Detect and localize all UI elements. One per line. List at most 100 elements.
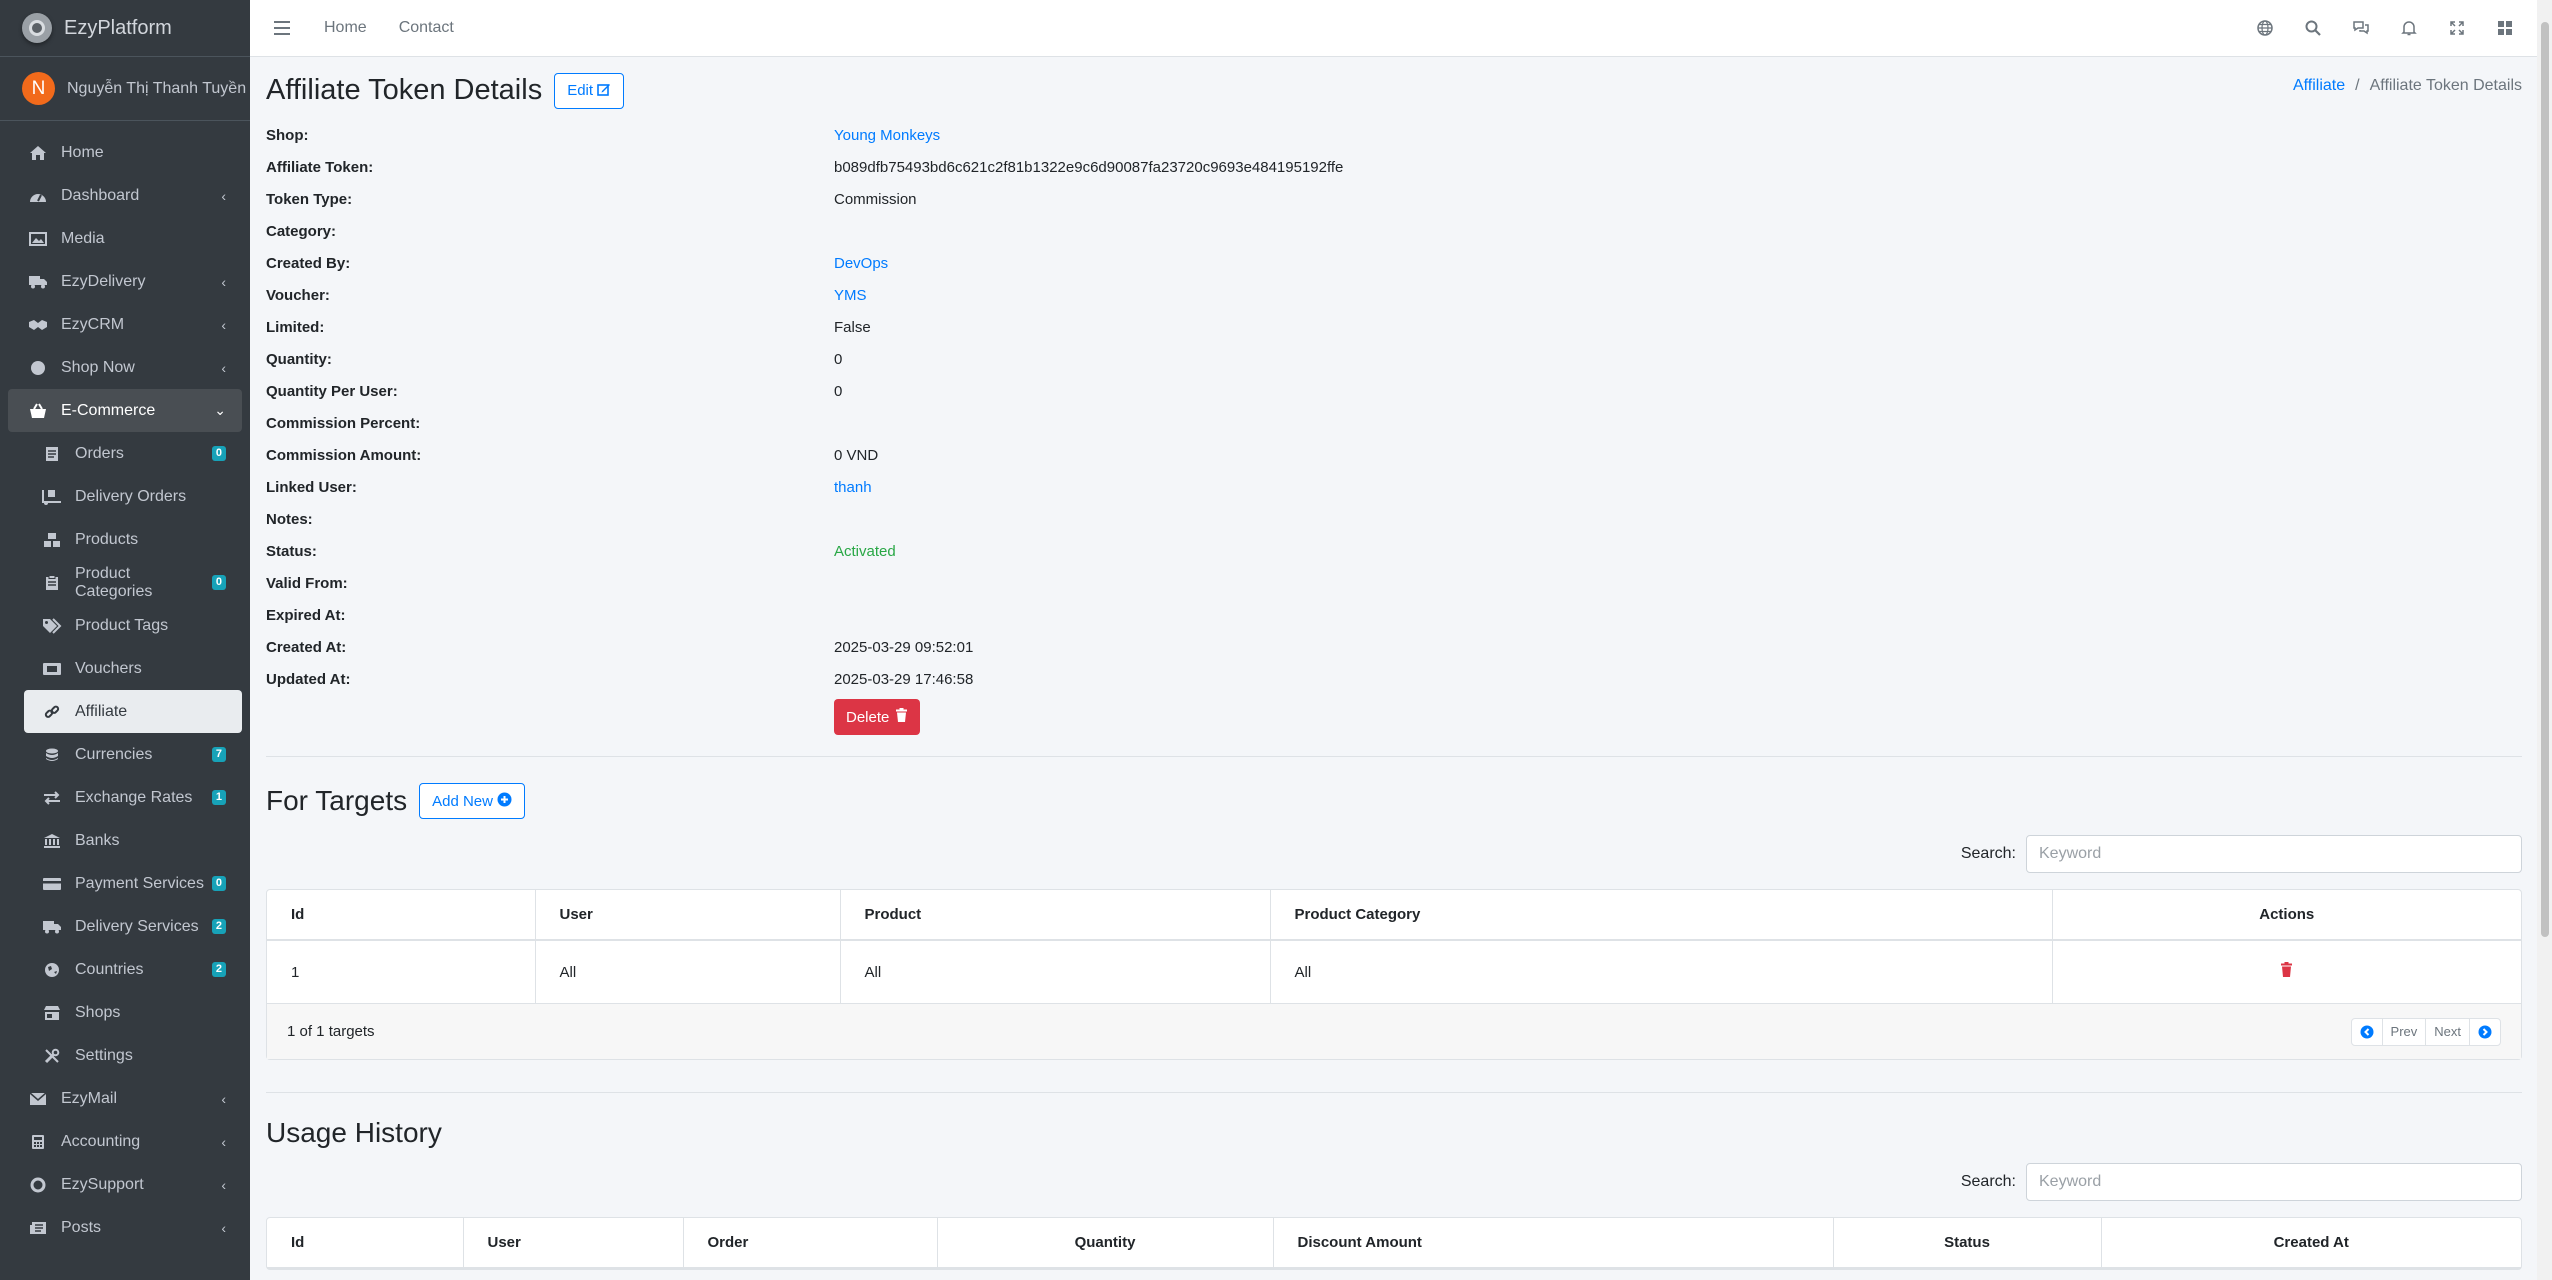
user-panel[interactable]: N Nguyễn Thị Thanh Tuyền [0,57,250,121]
calculator-icon [27,1133,49,1151]
next-button[interactable]: Next [2426,1018,2470,1045]
targets-section: For Targets Add New Search: Id User Prod… [266,783,2522,1060]
sidebar-item-dashboard[interactable]: Dashboard ‹ [8,174,242,217]
detail-row-created-at: Created At: 2025-03-29 09:52:01 [266,631,2522,663]
voucher-link[interactable]: YMS [834,287,867,304]
divider [266,1092,2522,1093]
avatar: N [22,72,55,105]
usage-search-input[interactable] [2026,1163,2522,1201]
chevron-left-icon: ‹ [221,316,226,333]
sidebar-item-media[interactable]: Media [8,217,242,260]
detail-row-status: Status: Activated [266,535,2522,567]
scrollbar-thumb[interactable] [2541,22,2549,937]
sidebar-item-ezymail[interactable]: EzyMail ‹ [8,1077,242,1120]
usage-title: Usage History [266,1117,442,1148]
top-nav-contact[interactable]: Contact [399,19,454,37]
brand[interactable]: EzyPlatform [0,0,250,57]
add-new-label: Add New [432,792,493,810]
sidebar-item-delivery-services[interactable]: Delivery Services 2 [24,905,242,948]
count-badge: 2 [211,962,226,977]
detail-label: Quantity Per User: [266,382,398,400]
column-header: Discount Amount [1273,1218,1834,1269]
chevron-left-icon: ‹ [221,1090,226,1107]
targets-header: For Targets Add New [266,783,2522,819]
sidebar-item-delivery-orders[interactable]: Delivery Orders [24,475,242,518]
apps-grid-icon[interactable] [2481,0,2529,57]
targets-search-input[interactable] [2026,835,2522,873]
fullscreen-icon[interactable] [2433,0,2481,57]
detail-row-token: Affiliate Token: b089dfb75493bd6c621c2f81… [266,151,2522,183]
search-icon[interactable] [2289,0,2337,57]
page-scrollbar[interactable] [2537,0,2552,1280]
top-nav-home[interactable]: Home [324,19,367,37]
bell-icon[interactable] [2385,0,2433,57]
sidebar-item-vouchers[interactable]: Vouchers [24,647,242,690]
sidebar-item-ecommerce[interactable]: E-Commerce ⌄ [8,389,242,432]
sidebar-item-countries[interactable]: Countries 2 [24,948,242,991]
created-by-link[interactable]: DevOps [834,255,888,272]
sidebar-item-label: Shops [75,1003,121,1021]
linked-user-link[interactable]: thanh [834,479,872,496]
sidebar-item-currencies[interactable]: Currencies 7 [24,733,242,776]
prev-arrow-icon[interactable] [2352,1018,2383,1045]
sidebar-item-label: Dashboard [61,186,140,204]
sidebar-item-label: Posts [61,1218,102,1236]
sidebar-item-banks[interactable]: Banks [24,819,242,862]
shopping-basket-icon [27,402,49,420]
sidebar-item-payment-services[interactable]: Payment Services 0 [24,862,242,905]
breadcrumb-affiliate-link[interactable]: Affiliate [2293,77,2345,95]
file-icon [41,445,63,463]
delete-button[interactable]: Delete [834,699,921,735]
sidebar-item-label: Shop Now [61,358,135,376]
sidebar-item-label: EzySupport [61,1175,144,1193]
sidebar-item-shops[interactable]: Shops [24,991,242,1034]
sidebar-item-exchange-rates[interactable]: Exchange Rates 1 [24,776,242,819]
targets-table-card: Id User Product Product Category Actions… [266,889,2522,1060]
plus-circle-icon [497,792,512,811]
messages-icon[interactable] [2337,0,2385,57]
sidebar-item-label: Home [61,143,104,161]
sidebar-item-product-tags[interactable]: Product Tags [24,604,242,647]
usage-table-card: Id User Order Quantity Discount Amount S… [266,1217,2522,1270]
sidebar-item-product-categories[interactable]: Product Categories 0 [24,561,242,604]
sidebar-item-accounting[interactable]: Accounting ‹ [8,1120,242,1163]
edit-button[interactable]: Edit [554,72,625,109]
sidebar-item-label: EzyCRM [61,315,125,333]
next-arrow-icon[interactable] [2470,1019,2500,1045]
commission-amount-value: 0 VND [834,446,879,464]
chevron-left-icon: ‹ [221,1219,226,1236]
page-header: Affiliate Token Details Edit Affiliate /… [266,57,2522,124]
page-title: Affiliate Token Details [266,74,543,106]
sidebar-item-ezycrm[interactable]: EzyCRM ‹ [8,303,242,346]
newspaper-icon [27,1219,49,1237]
sidebar-item-label: Product Tags [75,616,169,634]
targets-table: Id User Product Product Category Actions… [267,890,2521,1003]
sidebar-item-label: E-Commerce [61,401,156,419]
add-new-target-button[interactable]: Add New [419,783,525,819]
exchange-icon [41,789,63,807]
column-header: User [535,890,841,941]
sidebar-item-posts[interactable]: Posts ‹ [8,1206,242,1249]
sidebar-item-label: Orders [75,444,124,462]
shop-link[interactable]: Young Monkeys [834,127,940,144]
delete-target-trash-icon[interactable] [2280,962,2293,981]
sidebar-item-home[interactable]: Home [8,131,242,174]
sidebar-item-label: Products [75,530,139,548]
prev-button[interactable]: Prev [2383,1018,2427,1045]
sidebar-item-products[interactable]: Products [24,518,242,561]
menu-toggle-icon[interactable] [274,21,290,35]
sidebar-item-shop-now[interactable]: Shop Now ‹ [8,346,242,389]
sidebar-item-affiliate[interactable]: Affiliate [24,690,242,733]
truck-icon [41,918,63,936]
sidebar-item-orders[interactable]: Orders 0 [24,432,242,475]
detail-label: Token Type: [266,190,353,208]
detail-label: Affiliate Token: [266,158,374,176]
cell-user: All [535,940,841,1003]
detail-row-linked-user: Linked User: thanh [266,471,2522,503]
edit-icon [597,82,611,100]
sidebar-item-settings[interactable]: Settings [24,1034,242,1077]
sidebar-item-ezysupport[interactable]: EzySupport ‹ [8,1163,242,1206]
sidebar-item-ezydelivery[interactable]: EzyDelivery ‹ [8,260,242,303]
language-globe-icon[interactable] [2241,0,2289,57]
search-label: Search: [1960,845,2016,862]
